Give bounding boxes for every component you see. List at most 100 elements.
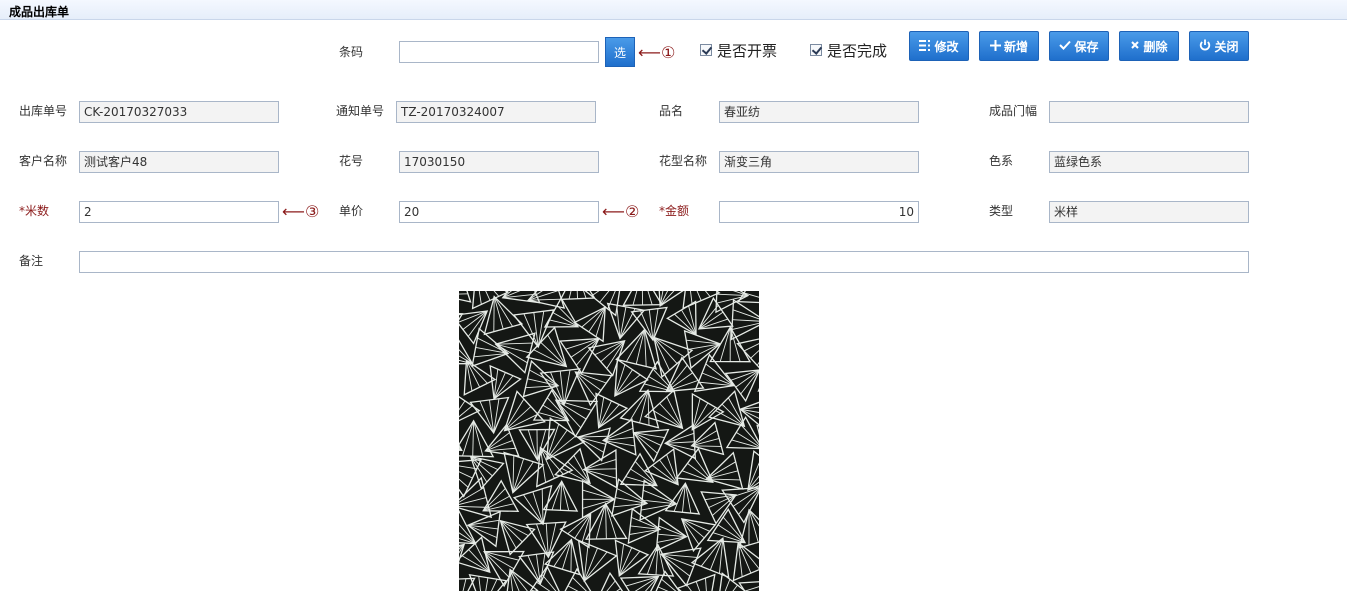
product-name-label: 品名 <box>659 104 684 118</box>
pattern-line <box>665 442 695 451</box>
pattern-line <box>478 576 481 591</box>
pattern-triangle <box>690 536 730 579</box>
customer-input[interactable]: 测试客户48 <box>79 151 279 173</box>
select-button-label: 选 <box>613 45 626 60</box>
pattern-line <box>583 459 617 470</box>
pattern-triangle <box>697 296 734 330</box>
save-button-label: 保存 <box>1074 39 1099 54</box>
pattern-line <box>583 468 617 470</box>
invoiced-label: 是否开票 <box>717 41 778 60</box>
select-button[interactable]: 选 <box>605 37 635 67</box>
color-input[interactable]: 蓝绿色系 <box>1049 151 1249 173</box>
pattern-triangle <box>559 512 592 549</box>
width-input[interactable] <box>1049 101 1249 123</box>
pattern-line <box>731 322 759 331</box>
pattern-no-input[interactable]: 17030150 <box>399 151 599 173</box>
completed-checkbox[interactable]: 是否完成 <box>810 40 887 60</box>
pattern-name-label: 花型名称 <box>659 154 708 168</box>
pattern-line <box>582 498 615 509</box>
pattern-line <box>619 306 627 339</box>
customer-label: 客户名称 <box>19 154 68 168</box>
invoiced-checkbox[interactable]: 是否开票 <box>700 40 777 60</box>
marker-2: ⟵② <box>602 202 640 221</box>
marker-1: ⟵① <box>638 43 676 62</box>
outbound-no-input[interactable]: CK-20170327033 <box>79 101 279 123</box>
pattern-triangle <box>676 573 716 591</box>
unit-price-input[interactable]: 20 <box>399 201 599 223</box>
close-button[interactable]: 关闭 <box>1189 31 1249 61</box>
check-icon <box>1059 40 1072 52</box>
pattern-triangle <box>660 547 702 587</box>
marker-3: ⟵③ <box>282 202 320 221</box>
checkbox-checked-icon <box>700 44 712 56</box>
pattern-line <box>527 429 538 461</box>
type-input[interactable]: 米样 <box>1049 201 1249 223</box>
pattern-line <box>641 291 644 305</box>
pattern-triangle <box>675 447 714 483</box>
pattern-line <box>582 489 615 500</box>
pattern-line <box>647 291 653 305</box>
pattern-triangle <box>459 310 489 345</box>
pattern-line <box>563 369 571 405</box>
pattern-triangle <box>747 450 759 492</box>
pattern-line <box>462 420 475 457</box>
pattern-line <box>684 483 692 514</box>
pattern-line <box>605 503 607 539</box>
pattern-triangle <box>546 417 586 461</box>
product-name-input[interactable]: 春亚纺 <box>719 101 919 123</box>
pattern-line <box>661 578 677 591</box>
x-icon <box>1130 40 1140 52</box>
new-button-label: 新增 <box>1003 39 1028 54</box>
window-title: 成品出库单 <box>9 5 70 19</box>
pattern-line <box>690 291 693 305</box>
pattern-line <box>484 551 519 561</box>
pattern-triangle <box>700 491 738 525</box>
color-label: 色系 <box>989 154 1014 168</box>
amount-input[interactable]: 10 <box>719 201 919 223</box>
pattern-line <box>605 503 617 539</box>
barcode-label: 条码 <box>339 45 364 59</box>
delete-button-label: 删除 <box>1143 39 1168 54</box>
pattern-image <box>459 291 759 591</box>
meters-label: *米数 <box>19 204 50 218</box>
pattern-line <box>478 291 482 305</box>
meters-input[interactable]: 2 <box>79 201 279 223</box>
pattern-triangle <box>459 291 472 303</box>
pattern-triangle <box>459 444 463 452</box>
pattern-line <box>459 293 468 295</box>
pattern-line <box>462 578 467 591</box>
pattern-line <box>732 319 759 322</box>
barcode-input[interactable] <box>399 41 599 63</box>
type-label: 类型 <box>989 204 1014 218</box>
pattern-triangle <box>757 387 759 392</box>
pattern-line <box>567 585 579 591</box>
checkbox-checked-icon <box>810 44 822 56</box>
remark-input[interactable] <box>79 251 1249 273</box>
new-button[interactable]: 新增 <box>979 31 1039 61</box>
plus-icon <box>989 39 1001 53</box>
pattern-line <box>459 505 489 508</box>
pattern-line <box>528 298 562 301</box>
pattern-line <box>724 579 731 591</box>
pattern-line <box>459 471 473 479</box>
pattern-line <box>632 291 638 306</box>
pattern-line <box>732 488 759 507</box>
pattern-line <box>509 569 528 591</box>
pattern-line <box>657 544 666 576</box>
pattern-line <box>472 420 475 457</box>
pattern-line <box>661 553 698 558</box>
edit-button[interactable]: 修改 <box>909 31 969 61</box>
pattern-line <box>459 400 466 411</box>
pattern-line <box>641 503 677 511</box>
pattern-triangle <box>737 291 759 304</box>
pattern-triangle <box>559 337 601 375</box>
pattern-triangle <box>600 571 624 591</box>
notice-no-input[interactable]: TZ-20170324007 <box>396 101 596 123</box>
pattern-name-input[interactable]: 渐变三角 <box>719 151 919 173</box>
pattern-line <box>691 445 722 447</box>
delete-button[interactable]: 删除 <box>1119 31 1179 61</box>
power-icon <box>1199 39 1211 53</box>
save-button[interactable]: 保存 <box>1049 31 1109 61</box>
outbound-no-label: 出库单号 <box>19 104 68 118</box>
pattern-line <box>548 319 579 328</box>
